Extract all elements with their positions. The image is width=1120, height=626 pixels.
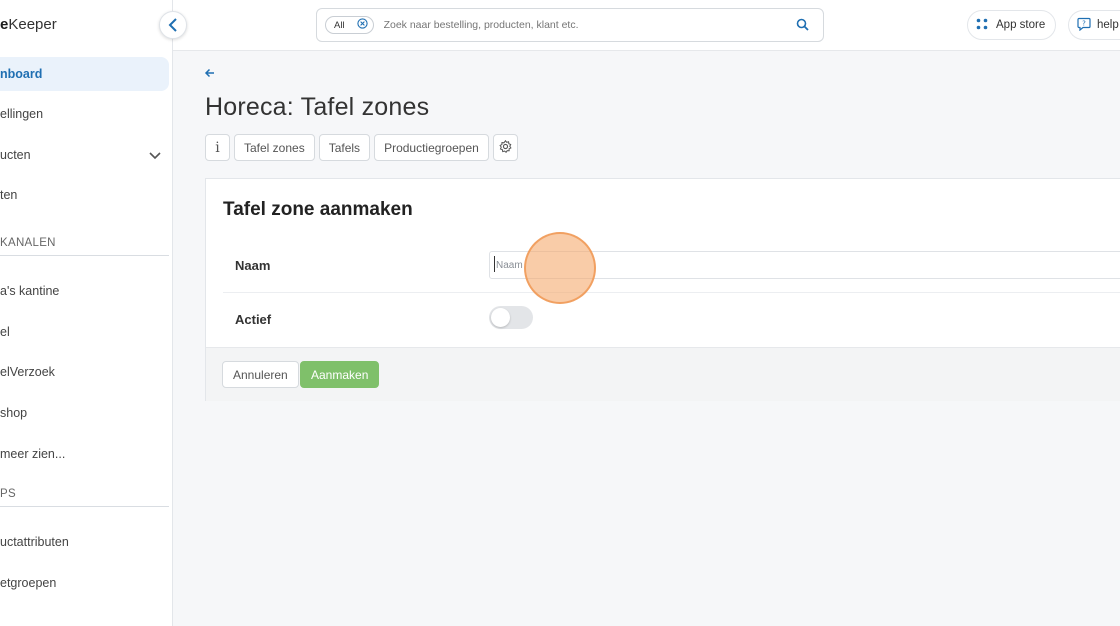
tab-bar: i Tafel zones Tafels Productiegroepen [205, 134, 518, 161]
sidebar-item-meer-zien[interactable]: meer zien... [0, 437, 169, 471]
app-store-label: App store [996, 19, 1046, 31]
row-divider [223, 292, 1120, 293]
apps-grid-icon [976, 18, 988, 33]
tab-info[interactable]: i [205, 134, 230, 161]
active-label: Actief [235, 312, 272, 327]
tab-tafel-zones[interactable]: Tafel zones [234, 134, 315, 161]
sidebar-item-webshop[interactable]: shop [0, 396, 169, 430]
form-title: Tafel zone aanmaken [223, 199, 413, 220]
search-filter-pill[interactable]: All [325, 16, 374, 34]
sidebar-item-label: etgroepen [0, 576, 57, 590]
svg-text:?: ? [1082, 19, 1086, 27]
app-logo[interactable]: eKeeper [0, 16, 57, 33]
chevron-left-icon [168, 18, 177, 32]
sidebar-item-label: ten [0, 188, 18, 202]
sidebar-item-label: shop [0, 406, 28, 420]
gear-icon [499, 139, 512, 156]
active-toggle[interactable] [489, 306, 533, 329]
search-input[interactable] [383, 19, 764, 31]
sidebar-item-winkel[interactable]: el [0, 315, 169, 349]
sidebar-item-kantine[interactable]: a's kantine [0, 274, 169, 308]
chevron-down-icon[interactable] [149, 149, 161, 163]
cancel-button[interactable]: Annuleren [222, 361, 299, 388]
sidebar-item-label: a's kantine [0, 284, 60, 298]
page-title: Horeca: Tafel zones [205, 93, 430, 121]
toggle-knob [491, 308, 510, 327]
sidebar-section-apps: PS [0, 488, 169, 507]
help-label: help [1097, 19, 1119, 31]
help-icon: ? [1077, 17, 1091, 34]
sidebar-item-budgetgroepen[interactable]: etgroepen [0, 566, 169, 600]
create-button[interactable]: Aanmaken [300, 361, 380, 388]
sidebar-item-label: uctattributen [0, 535, 69, 549]
back-arrow-icon[interactable] [204, 66, 216, 84]
help-button[interactable]: ? help [1068, 10, 1120, 40]
app-store-button[interactable]: App store [967, 10, 1057, 40]
search-filter-label: All [334, 19, 345, 31]
sidebar-section-kanalen: KANALEN [0, 237, 169, 256]
search-icon[interactable] [796, 18, 809, 36]
name-label: Naam [235, 258, 271, 273]
name-input[interactable] [489, 251, 1120, 279]
sidebar-item-label: nboard [0, 67, 43, 81]
top-bar: All App store ? help [173, 0, 1120, 51]
info-icon: i [215, 139, 220, 156]
sidebar: eKeeper nboard ellingen ucten ten KANALE… [0, 0, 173, 626]
clear-filter-icon[interactable] [356, 18, 368, 32]
sidebar-collapse-button[interactable] [159, 11, 187, 39]
sidebar-item-productattributen[interactable]: uctattributen [0, 525, 169, 559]
sidebar-item-tafelverzoek[interactable]: elVerzoek [0, 355, 169, 389]
global-search[interactable]: All [316, 8, 824, 42]
tab-settings[interactable] [492, 134, 518, 161]
tab-productiegroepen[interactable]: Productiegroepen [374, 134, 489, 161]
sidebar-item-label: ucten [0, 148, 31, 162]
sidebar-item-label: ellingen [0, 107, 44, 121]
sidebar-item-label: elVerzoek [0, 365, 55, 379]
text-caret [494, 256, 495, 272]
sidebar-item-label: el [0, 325, 10, 339]
sidebar-item-dashboard[interactable]: nboard [0, 57, 169, 91]
create-zone-form: Tafel zone aanmaken Naam Actief Annulere… [205, 178, 1120, 401]
sidebar-item-label: meer zien... [0, 447, 66, 461]
tab-tafels[interactable]: Tafels [318, 134, 371, 161]
form-footer: Annuleren Aanmaken [206, 347, 1120, 401]
sidebar-item-producten[interactable]: ucten [0, 138, 169, 172]
sidebar-item-klanten[interactable]: ten [0, 178, 169, 212]
sidebar-item-bestellingen[interactable]: ellingen [0, 97, 169, 131]
